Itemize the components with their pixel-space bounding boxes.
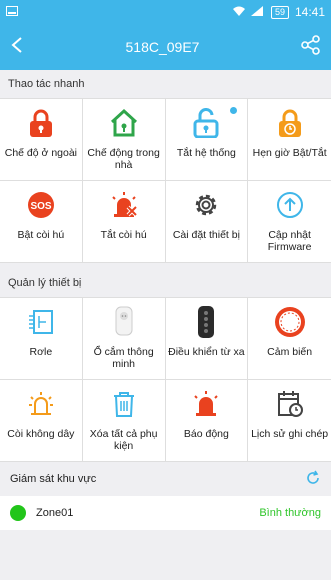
status-right: 59 14:41 [232,5,325,19]
signal-icon [250,5,265,19]
wifi-icon [232,5,245,19]
firmware-update-label: Cập nhật Firmware [267,229,312,253]
siren-on-label: Bật còi hú [17,229,65,241]
wireless-siren-label: Còi không dây [7,428,75,440]
device-settings-button[interactable]: Cài đặt thiết bị [165,181,249,263]
battery-indicator: 59 [270,5,289,19]
lock-red-icon [27,108,55,143]
app-bar: 518C_09E7 [0,24,331,70]
trash-icon [109,389,139,424]
share-button[interactable] [301,34,321,60]
refresh-icon[interactable] [305,470,321,489]
smart-plug-button[interactable]: Ổ cắm thông minh [82,298,166,380]
sos-icon: SOS [26,190,56,225]
upload-icon [275,190,305,225]
delete-all-button[interactable]: Xóa tất cả phụ kiện [82,380,166,462]
page-title: 518C_09E7 [125,39,200,55]
unlock-blue-icon [192,107,220,143]
svg-text:SOS: SOS [30,201,51,212]
timer-lock-icon [276,108,304,143]
device-settings-label: Cài đặt thiết bị [172,229,240,241]
alarm-icon [191,389,221,424]
remote-button[interactable]: Điều khiển từ xa [165,298,249,380]
clock: 14:41 [294,5,325,19]
smart-plug-label: Ổ cắm thông minh [93,346,154,370]
remote-icon [194,304,218,345]
sensor-label: Cảm biến [267,346,313,358]
history-button[interactable]: Lịch sử ghi chép [248,380,331,462]
siren-off-label: Tắt còi hú [100,229,147,241]
timer-button[interactable]: Hẹn giờ Bật/Tắt [248,99,331,181]
status-bar: 59 14:41 [0,0,331,24]
quick-actions-title: Thao tác nhanh [8,78,85,90]
history-label: Lịch sử ghi chép [251,428,329,440]
siren-off-icon [109,190,139,225]
home-mode-button[interactable]: Chế động trong nhà [82,99,166,181]
siren-on-button[interactable]: SOS Bật còi hú [0,181,83,263]
disarm-label: Tắt hệ thống [176,147,236,159]
home-green-icon [109,108,139,143]
disarm-button[interactable]: Tắt hệ thống [165,99,249,181]
device-management-grid: Rơle Ổ cắm thông minh Điều khiển từ xa C… [0,297,331,462]
relay-button[interactable]: Rơle [0,298,83,380]
screen-icon [6,5,18,19]
alarm-button[interactable]: Báo động [165,380,249,462]
wireless-siren-button[interactable]: Còi không dây [0,380,83,462]
remote-label: Điều khiển từ xa [168,346,245,358]
firmware-update-button[interactable]: Cập nhật Firmware [248,181,331,263]
sensor-icon [273,305,307,344]
zone-name: Zone01 [36,507,74,519]
away-mode-button[interactable]: Chế độ ở ngoài [0,99,83,181]
timer-label: Hẹn giờ Bật/Tắt [252,147,327,159]
away-mode-label: Chế độ ở ngoài [4,147,78,159]
monitor-header: Giám sát khu vực [0,462,331,496]
quick-actions-grid: Chế độ ở ngoài Chế động trong nhà Tắt hệ… [0,98,331,263]
alarm-label: Báo động [183,428,229,440]
device-management-title: Quản lý thiết bị [8,277,82,289]
relay-icon [26,307,56,342]
zone-row[interactable]: Zone01 Bình thường [0,496,331,530]
zone-status-dot [10,505,26,521]
sensor-button[interactable]: Cảm biến [248,298,331,380]
delete-all-label: Xóa tất cả phụ kiện [89,428,158,452]
monitor-title: Giám sát khu vực [10,473,97,485]
relay-label: Rơle [29,346,53,358]
back-button[interactable] [10,36,24,59]
smart-plug-icon [109,305,139,344]
home-mode-label: Chế động trong nhà [87,147,160,171]
gear-icon [191,190,221,225]
zone-status: Bình thường [259,507,321,519]
notification-dot [230,107,238,114]
wireless-siren-icon [26,389,56,424]
history-icon [275,389,305,424]
siren-off-button[interactable]: Tắt còi hú [82,181,166,263]
